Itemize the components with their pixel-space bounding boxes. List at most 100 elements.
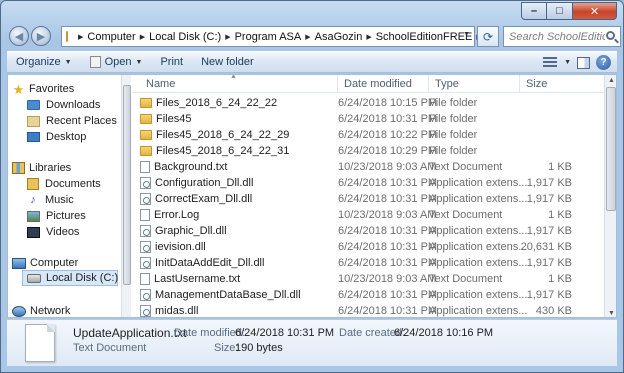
chevron-right-icon[interactable]: ▶: [305, 33, 310, 41]
dll-file-icon: [140, 225, 151, 237]
nav-videos[interactable]: Videos: [27, 224, 121, 240]
nav-pictures-label: Pictures: [46, 210, 86, 222]
file-size: 1,917 KB: [526, 289, 572, 301]
file-row[interactable]: Graphic_Dll.dll 6/24/2018 10:31 PM Applica…: [140, 223, 600, 239]
open-button[interactable]: Open ▼: [81, 51, 152, 73]
help-icon[interactable]: ?: [596, 55, 611, 70]
breadcrumb-computer[interactable]: Computer: [87, 31, 135, 43]
minimize-button[interactable]: –: [521, 2, 547, 20]
nav-recent-places[interactable]: Recent Places: [27, 113, 121, 129]
column-date-label: Date modified: [344, 78, 412, 90]
star-icon: ★: [12, 81, 25, 97]
nav-computer[interactable]: Computer: [12, 255, 121, 271]
organize-label: Organize: [16, 56, 61, 68]
chevron-down-icon[interactable]: ▼: [463, 31, 470, 38]
recent-places-icon: [27, 115, 40, 127]
maximize-button[interactable]: □: [547, 2, 573, 20]
file-scrollbar-thumb[interactable]: [606, 87, 616, 211]
nav-libraries-label: Libraries: [29, 162, 72, 174]
dll-file-icon: [140, 193, 151, 205]
forward-button[interactable]: ▶: [31, 26, 51, 46]
file-name-cell: Files_2018_6_24_22_22: [140, 97, 338, 109]
file-row[interactable]: Error.Log 10/23/2018 9:03 AM Text Document…: [140, 207, 600, 223]
file-row[interactable]: LastUsername.txt 10/23/2018 9:03 AM Text D…: [140, 271, 600, 287]
text-file-icon: [140, 209, 150, 221]
column-header-type[interactable]: Type: [429, 75, 520, 93]
breadcrumb-schooleditionfree[interactable]: SchoolEditionFREE: [376, 31, 473, 43]
text-file-icon: [140, 161, 150, 173]
file-date: 6/24/2018 10:31 PM: [338, 193, 438, 205]
breadcrumb-asagozin[interactable]: AsaGozin: [315, 31, 363, 43]
computer-icon: [12, 257, 26, 269]
file-date: 6/24/2018 10:22 PM: [338, 129, 438, 141]
file-name: LastUsername.txt: [154, 273, 241, 285]
nav-favorites[interactable]: ★ Favorites: [12, 81, 121, 97]
nav-music[interactable]: ♪ Music: [27, 192, 121, 208]
column-header-size[interactable]: Size: [520, 75, 604, 93]
nav-network-label: Network: [30, 305, 71, 317]
nav-network[interactable]: Network: [12, 303, 121, 317]
file-row[interactable]: Files45_2018_6_24_22_31 6/24/2018 10:29 P…: [140, 143, 600, 159]
file-size: 20,631 KB: [520, 241, 572, 253]
back-button[interactable]: ◀: [9, 26, 29, 46]
file-size: 1,917 KB: [526, 225, 572, 237]
file-type: File folder: [429, 113, 478, 125]
details-type: Text Document: [73, 342, 147, 354]
file-row[interactable]: ievision.dll 6/24/2018 10:31 PM Applicatio…: [140, 239, 600, 255]
file-name: Files45: [156, 113, 192, 125]
search-input[interactable]: [509, 30, 605, 43]
file-name-cell: InitDataAddEdit_Dll.dll: [140, 257, 338, 269]
search-box[interactable]: [503, 26, 621, 47]
nav-downloads[interactable]: Downloads: [27, 97, 121, 113]
file-size: 1,917 KB: [526, 193, 572, 205]
search-icon[interactable]: [606, 31, 615, 40]
text-file-icon: [140, 273, 150, 285]
file-row[interactable]: ManagementDataBase_Dll.dll 6/24/2018 10:3…: [140, 287, 600, 303]
chevron-right-icon[interactable]: ▶: [366, 33, 371, 41]
file-date: 6/24/2018 10:31 PM: [338, 225, 438, 237]
nav-scrollbar[interactable]: [121, 75, 131, 317]
nav-documents[interactable]: Documents: [27, 176, 121, 192]
folder-icon: [140, 98, 152, 108]
file-row[interactable]: InitDataAddEdit_Dll.dll 6/24/2018 10:31 P…: [140, 255, 600, 271]
new-folder-button[interactable]: New folder: [192, 51, 263, 73]
chevron-right-icon[interactable]: ▶: [225, 33, 230, 41]
document-icon: [89, 56, 101, 68]
chevron-down-icon[interactable]: ▼: [564, 59, 571, 66]
address-bar[interactable]: ▶ Computer ▶ Local Disk (C:) ▶ Program A…: [61, 26, 482, 47]
file-name: Files_2018_6_24_22_22: [156, 97, 278, 109]
videos-icon: [27, 226, 40, 238]
file-row[interactable]: Files45_2018_6_24_22_29 6/24/2018 10:22 P…: [140, 127, 600, 143]
scroll-up-icon[interactable]: ▲: [608, 77, 615, 84]
file-row[interactable]: Background.txt 10/23/2018 9:03 AM Text Doc…: [140, 159, 600, 175]
column-header-date[interactable]: Date modified: [338, 75, 429, 93]
print-button[interactable]: Print: [151, 51, 192, 73]
breadcrumb-program-asa[interactable]: Program ASA: [235, 31, 302, 43]
organize-button[interactable]: Organize ▼: [7, 51, 81, 73]
breadcrumb-local-disk[interactable]: Local Disk (C:): [149, 31, 221, 43]
chevron-right-icon[interactable]: ▶: [78, 33, 83, 41]
close-button[interactable]: ✕: [573, 2, 617, 20]
file-row[interactable]: Files_2018_6_24_22_22 6/24/2018 10:15 PM F…: [140, 95, 600, 111]
open-label: Open: [104, 56, 132, 68]
nav-pictures[interactable]: Pictures: [27, 208, 121, 224]
refresh-button[interactable]: ⟳: [477, 26, 499, 47]
change-view-icon[interactable]: [543, 57, 558, 68]
file-name: Configuration_Dll.dll: [155, 177, 254, 189]
file-row[interactable]: Files45 6/24/2018 10:31 PM File folder: [140, 111, 600, 127]
file-name-cell: midas.dll: [140, 305, 338, 317]
nav-libraries[interactable]: Libraries: [12, 160, 121, 176]
file-scrollbar[interactable]: ▲ ▼: [604, 75, 616, 317]
scroll-down-icon[interactable]: ▼: [608, 310, 615, 317]
nav-scrollbar-thumb[interactable]: [123, 85, 131, 285]
nav-local-disk[interactable]: Local Disk (C:): [22, 270, 118, 286]
column-header-name[interactable]: ▲ Name: [140, 75, 338, 93]
pictures-icon: [27, 210, 40, 222]
preview-pane-icon[interactable]: [577, 56, 590, 69]
file-row[interactable]: Configuration_Dll.dll 6/24/2018 10:31 PM A…: [140, 175, 600, 191]
nav-desktop[interactable]: Desktop: [27, 129, 121, 145]
chevron-right-icon[interactable]: ▶: [140, 33, 145, 41]
documents-icon: [27, 178, 39, 190]
file-row[interactable]: midas.dll 6/24/2018 10:31 PM Application e…: [140, 303, 600, 317]
file-row[interactable]: CorrectExam_Dll.dll 6/24/2018 10:31 PM App…: [140, 191, 600, 207]
